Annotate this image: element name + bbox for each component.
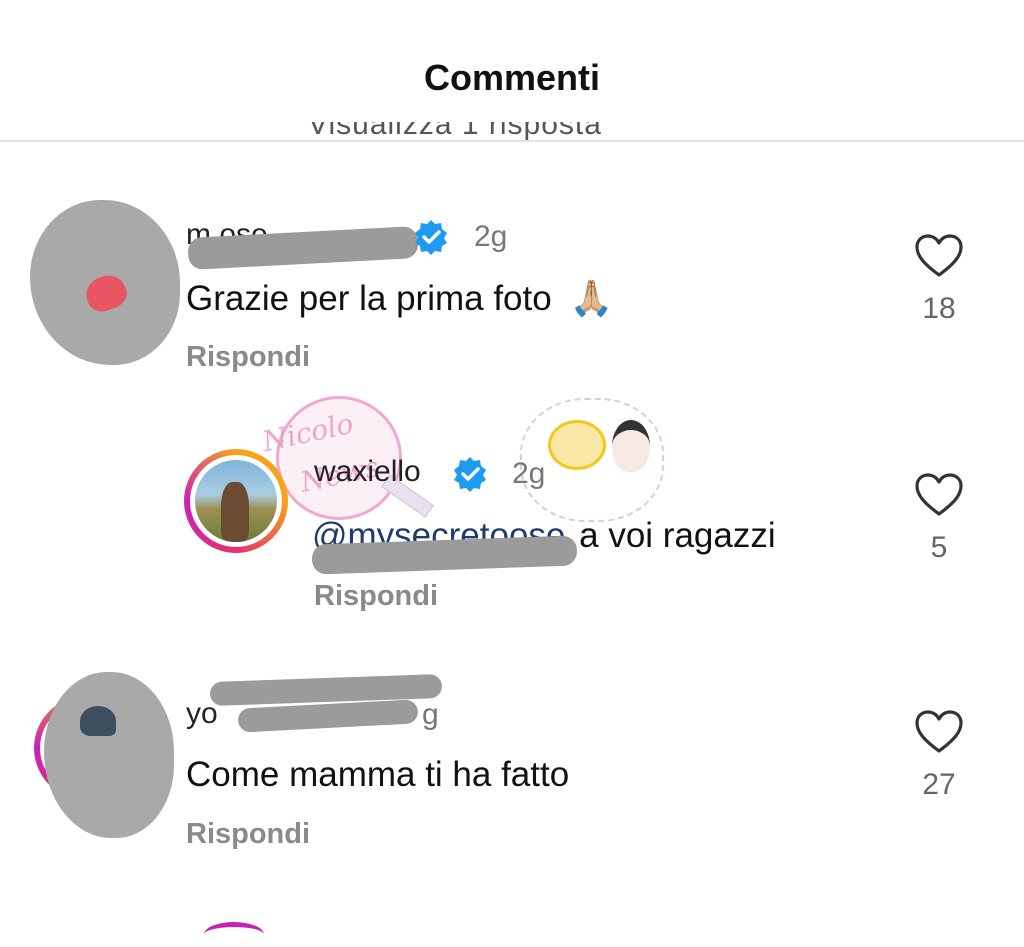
like-count: 5 bbox=[930, 531, 948, 564]
comment-text-content: Grazie per la prima foto bbox=[186, 279, 552, 318]
comment-time: g bbox=[422, 698, 439, 731]
page-title: Commenti bbox=[423, 57, 600, 98]
next-avatar-ring-edge bbox=[204, 922, 264, 947]
comment-text: Come mamma ti ha fatto bbox=[186, 755, 570, 794]
avatar-fragment bbox=[80, 706, 116, 736]
watermark-cartoon-face-1 bbox=[548, 420, 606, 470]
heart-outline-icon[interactable] bbox=[914, 233, 964, 279]
avatar[interactable] bbox=[195, 460, 277, 542]
avatar-person bbox=[221, 482, 249, 542]
comment-text: Grazie per la prima foto 🙏🏼 bbox=[186, 278, 613, 319]
reply-time: 2g bbox=[512, 457, 546, 490]
comment-time: 2g bbox=[474, 220, 508, 253]
verified-badge-icon bbox=[415, 220, 447, 255]
redaction-scribble bbox=[44, 672, 174, 838]
like-count: 27 bbox=[922, 768, 956, 801]
username-redaction-2 bbox=[237, 699, 419, 733]
like-count: 18 bbox=[922, 292, 956, 325]
praying-hands-emoji: 🙏🏼 bbox=[569, 279, 614, 318]
reply-button[interactable]: Rispondi bbox=[186, 818, 310, 851]
view-replies-label: Visualizza 1 risposta bbox=[308, 122, 602, 141]
heart-outline-icon[interactable] bbox=[914, 709, 964, 755]
reply-username[interactable]: waxiello bbox=[314, 455, 421, 489]
reply-button[interactable]: Rispondi bbox=[314, 580, 438, 613]
comments-header: Commenti Visualizza 1 risposta bbox=[0, 0, 1024, 142]
view-replies-link-cutoff[interactable]: Visualizza 1 risposta bbox=[300, 122, 630, 142]
watermark-cartoon-face-2 bbox=[612, 420, 650, 472]
reply-button[interactable]: Rispondi bbox=[186, 341, 310, 374]
reply-text-content: a voi ragazzi bbox=[579, 516, 776, 555]
heart-outline-icon[interactable] bbox=[914, 472, 964, 518]
verified-badge-icon bbox=[454, 457, 486, 492]
